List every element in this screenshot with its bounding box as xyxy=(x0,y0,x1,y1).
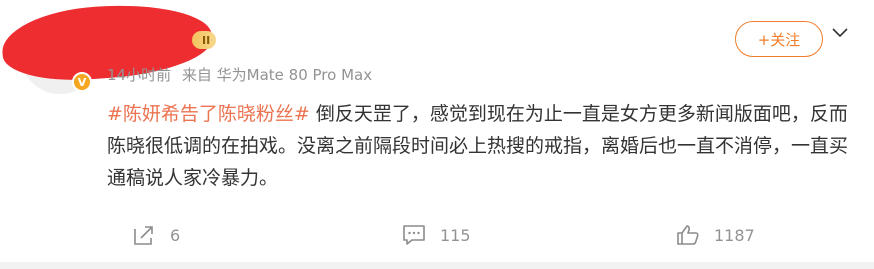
topic-hashtag-link[interactable]: #陈妍希告了陈晓粉丝# xyxy=(107,103,310,125)
share-icon xyxy=(134,226,153,245)
vip-badge[interactable]: II xyxy=(192,31,217,49)
like-button[interactable]: 1187 xyxy=(676,222,755,248)
post-source: 来自 华为Mate 80 Pro Max xyxy=(181,66,373,84)
comment-count: 115 xyxy=(440,225,471,245)
chevron-down-icon[interactable] xyxy=(830,22,850,42)
post-time[interactable]: 14小时前 xyxy=(107,66,171,84)
follow-button[interactable]: +关注 xyxy=(735,21,823,57)
verified-badge-icon: V xyxy=(72,72,92,92)
post-content: #陈妍希告了陈晓粉丝# 倒反天罡了，感觉到现在为止一直是女方更多新闻版面吧，反而… xyxy=(107,98,857,194)
action-bar: 6 115 1187 xyxy=(0,212,874,256)
post-meta: 14小时前 来自 华为Mate 80 Pro Max xyxy=(107,64,378,85)
weibo-post-card: II V 14小时前 来自 华为Mate 80 Pro Max +关注 #陈妍希… xyxy=(0,0,874,269)
thumbs-up-icon xyxy=(677,225,699,245)
card-divider xyxy=(0,262,874,269)
like-count: 1187 xyxy=(714,225,755,245)
share-button[interactable]: 6 xyxy=(132,222,180,248)
share-count: 6 xyxy=(170,225,181,245)
comment-icon xyxy=(403,225,425,245)
comment-button[interactable]: 115 xyxy=(402,222,471,248)
